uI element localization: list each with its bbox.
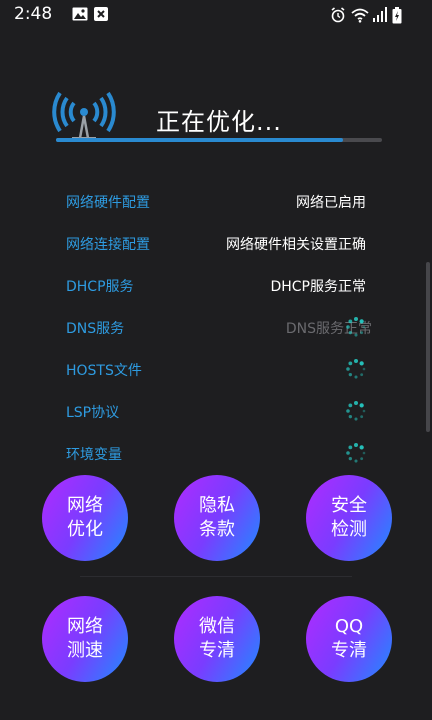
spinner-dot bbox=[354, 375, 358, 379]
row-status: 网络已启用 bbox=[296, 195, 366, 211]
optimize-header: 正在优化... bbox=[50, 86, 390, 146]
spinner-dot bbox=[348, 414, 353, 419]
battery-charging-icon bbox=[392, 7, 402, 24]
button-label: 安全检测 bbox=[331, 495, 367, 540]
spinner-dot bbox=[348, 445, 353, 450]
spinner-dot bbox=[362, 325, 366, 329]
speed-test-button[interactable]: 网络测速 bbox=[42, 596, 128, 682]
optimize-progress-bar bbox=[56, 138, 382, 142]
row-label: 环境变量 bbox=[66, 447, 122, 463]
row-label: DHCP服务 bbox=[66, 279, 134, 295]
spinner-dot bbox=[353, 442, 359, 448]
list-item: 网络连接配置 网络硬件相关设置正确 bbox=[0, 222, 432, 264]
row-label: HOSTS文件 bbox=[66, 363, 142, 379]
spinner-dot bbox=[348, 330, 353, 335]
spinner-dot bbox=[359, 361, 364, 366]
scrollbar[interactable] bbox=[426, 262, 430, 432]
row-status: 网络硬件相关设置正确 bbox=[226, 237, 366, 253]
spinner-dot bbox=[346, 367, 350, 371]
spinner-dot bbox=[360, 373, 364, 377]
spinner-dot bbox=[348, 361, 353, 366]
loading-spinner-icon bbox=[346, 358, 366, 379]
list-item: LSP协议 bbox=[0, 390, 432, 432]
alarm-icon bbox=[331, 7, 345, 23]
list-item: DHCP服务 DHCP服务正常 bbox=[0, 264, 432, 306]
row-label: LSP协议 bbox=[66, 405, 120, 421]
spinner-dot bbox=[346, 325, 350, 329]
list-item: HOSTS文件 bbox=[0, 348, 432, 390]
button-label: 网络测速 bbox=[67, 616, 103, 661]
list-item: 环境变量 bbox=[0, 432, 432, 474]
spinner-dot bbox=[353, 400, 359, 406]
row-label: 网络硬件配置 bbox=[66, 195, 150, 211]
close-notification-icon bbox=[94, 7, 108, 21]
loading-spinner-icon bbox=[346, 316, 366, 337]
button-label: 微信专清 bbox=[199, 616, 235, 661]
spinner-dot bbox=[360, 331, 364, 335]
spinner-dot bbox=[348, 403, 353, 408]
loading-spinner-icon bbox=[346, 442, 366, 463]
row-status: DHCP服务正常 bbox=[270, 279, 366, 295]
list-item: 网络硬件配置 网络已启用 bbox=[0, 180, 432, 222]
spinner-dot bbox=[354, 417, 358, 421]
spinner-dot bbox=[359, 445, 364, 450]
spinner-dot bbox=[354, 459, 358, 463]
spinner-dot bbox=[362, 409, 366, 413]
status-bar: 2:48 bbox=[0, 0, 432, 30]
spinner-dot bbox=[360, 415, 364, 419]
page-title: 正在优化... bbox=[156, 108, 282, 136]
network-optimize-button[interactable]: 网络优化 bbox=[42, 475, 128, 561]
list-item: DNS服务 DNS服务正常 bbox=[0, 306, 432, 348]
spinner-dot bbox=[353, 358, 359, 364]
status-time: 2:48 bbox=[14, 4, 53, 24]
progress-fill bbox=[56, 138, 343, 142]
spinner-dot bbox=[346, 451, 350, 455]
privacy-terms-button[interactable]: 隐私条款 bbox=[174, 475, 260, 561]
image-icon bbox=[72, 7, 88, 21]
wifi-icon bbox=[351, 8, 369, 23]
button-label: 隐私条款 bbox=[199, 495, 235, 540]
spinner-dot bbox=[348, 319, 353, 324]
spinner-dot bbox=[359, 403, 364, 408]
spinner-dot bbox=[353, 316, 359, 322]
row-label: DNS服务 bbox=[66, 321, 125, 337]
spinner-dot bbox=[348, 456, 353, 461]
spinner-dot bbox=[346, 409, 350, 413]
spinner-dot bbox=[359, 319, 364, 324]
button-label: QQ专清 bbox=[331, 616, 367, 661]
spinner-dot bbox=[348, 372, 353, 377]
spinner-dot bbox=[362, 451, 366, 455]
spinner-dot bbox=[354, 333, 358, 337]
signal-icon bbox=[373, 7, 387, 22]
spinner-dot bbox=[360, 457, 364, 461]
wechat-clean-button[interactable]: 微信专清 bbox=[174, 596, 260, 682]
loading-spinner-icon bbox=[346, 400, 366, 421]
spinner-dot bbox=[362, 367, 366, 371]
divider bbox=[80, 576, 352, 577]
security-check-button[interactable]: 安全检测 bbox=[306, 475, 392, 561]
wifi-tower-icon bbox=[52, 91, 116, 141]
qq-clean-button[interactable]: QQ专清 bbox=[306, 596, 392, 682]
button-label: 网络优化 bbox=[67, 495, 103, 540]
row-label: 网络连接配置 bbox=[66, 237, 150, 253]
